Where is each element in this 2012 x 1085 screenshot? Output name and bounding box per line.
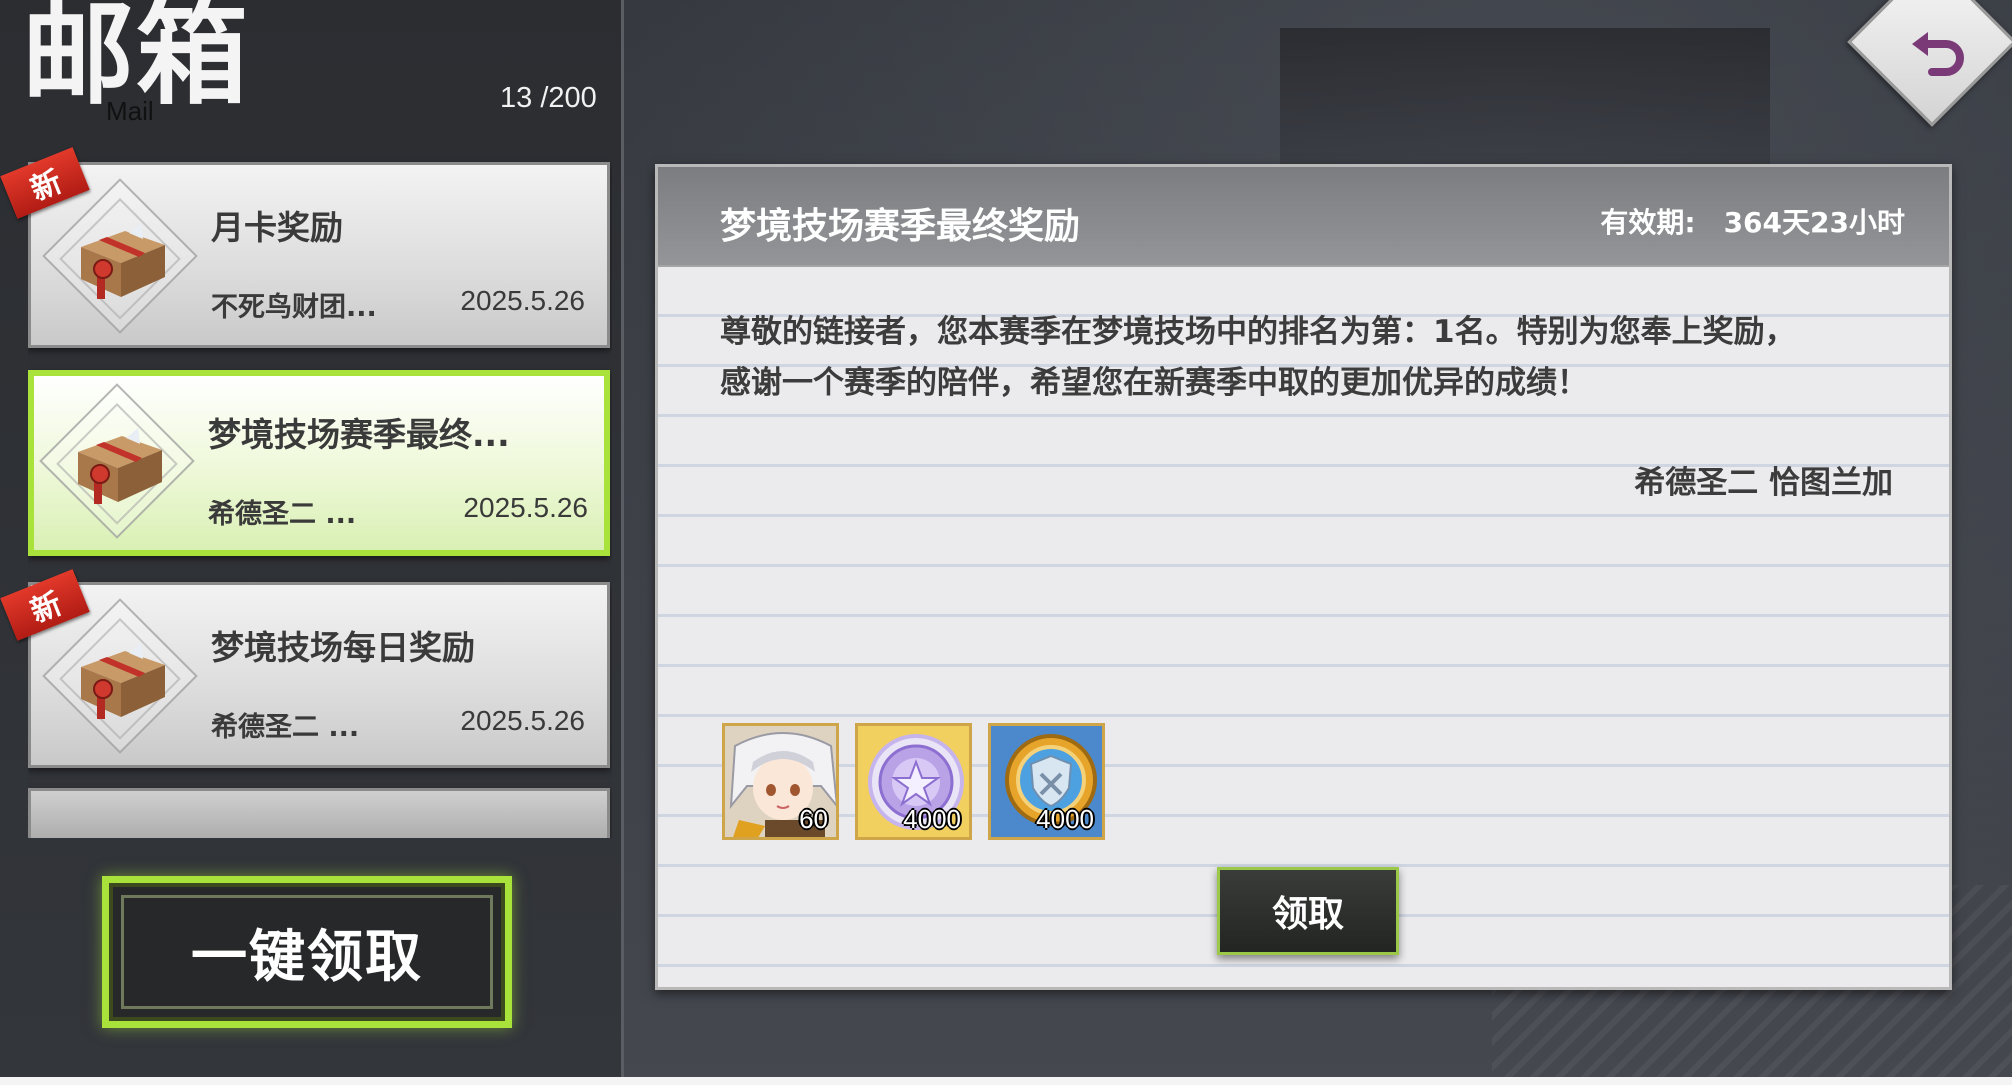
reward-quantity: 4000 bbox=[1036, 804, 1094, 834]
claim-all-button[interactable]: 一键领取 bbox=[102, 876, 512, 1028]
mail-title: 月卡奖励 bbox=[211, 208, 343, 247]
gift-box-icon bbox=[78, 428, 162, 504]
mail-title: 梦境技场赛季最终... bbox=[208, 415, 510, 454]
validity-value: 364天23小时 bbox=[1723, 206, 1905, 239]
mail-signature: 希德圣二 恰图兰加 bbox=[1634, 465, 1893, 501]
claim-all-label: 一键领取 bbox=[191, 924, 423, 990]
mail-body-line: 感谢一个赛季的陪伴，希望您在新赛季中取的更加优异的成绩！ bbox=[720, 365, 1588, 401]
validity-label: 有效期: bbox=[1600, 206, 1696, 239]
mail-body-line: 尊敬的链接者，您本赛季在梦境技场中的排名为第：1名。特别为您奉上奖励， bbox=[720, 314, 1796, 350]
mail-list-panel: 邮箱 Mail 13 /200 月卡奖励 不死鸟财团... 2025.5.26 bbox=[0, 0, 624, 1077]
background-banner bbox=[1280, 28, 1770, 168]
mail-sender: 希德圣二 ... bbox=[208, 499, 357, 530]
mail-list[interactable]: 月卡奖励 不死鸟财团... 2025.5.26 梦境技场赛季最终... 希德圣二… bbox=[28, 158, 612, 838]
mail-date: 2025.5.26 bbox=[460, 705, 585, 736]
reward-quantity: 4000 bbox=[903, 804, 961, 834]
mail-item-partial[interactable] bbox=[28, 788, 610, 838]
reward-item[interactable]: 4000 bbox=[988, 723, 1105, 840]
mail-detail-panel: 梦境技场赛季最终奖励 有效期: 364天23小时 尊敬的链接者，您本赛季在梦境技场… bbox=[655, 164, 1952, 990]
detail-header: 梦境技场赛季最终奖励 有效期: 364天23小时 bbox=[658, 167, 1949, 267]
mail-date: 2025.5.26 bbox=[460, 285, 585, 316]
reward-quantity: 60 bbox=[799, 804, 828, 834]
detail-title: 梦境技场赛季最终奖励 bbox=[720, 206, 1081, 247]
mail-item-arena-daily[interactable]: 梦境技场每日奖励 希德圣二 ... 2025.5.26 bbox=[28, 582, 610, 768]
return-arrow-icon bbox=[1912, 32, 1964, 76]
page-subtitle: Mail bbox=[106, 96, 154, 126]
reward-list: 60 4000 4000 bbox=[722, 723, 1105, 840]
gift-box-icon bbox=[81, 643, 165, 719]
bottom-divider bbox=[0, 1077, 2012, 1085]
reward-item[interactable]: 60 bbox=[722, 723, 839, 840]
claim-button[interactable]: 领取 bbox=[1217, 867, 1399, 955]
mail-date: 2025.5.26 bbox=[463, 492, 588, 523]
gift-box-icon bbox=[81, 223, 165, 299]
mail-body: 尊敬的链接者，您本赛季在梦境技场中的排名为第：1名。特别为您奉上奖励， 感谢一个… bbox=[720, 307, 1900, 409]
validity: 有效期: 364天23小时 bbox=[1600, 201, 1905, 241]
mail-item-arena-season-final[interactable]: 梦境技场赛季最终... 希德圣二 ... 2025.5.26 bbox=[28, 370, 610, 556]
reward-item[interactable]: 4000 bbox=[855, 723, 972, 840]
mail-item-monthly-card[interactable]: 月卡奖励 不死鸟财团... 2025.5.26 bbox=[28, 162, 610, 348]
mail-title: 梦境技场每日奖励 bbox=[211, 628, 475, 667]
mail-sender: 不死鸟财团... bbox=[211, 292, 377, 323]
claim-label: 领取 bbox=[1271, 894, 1344, 935]
mail-sender: 希德圣二 ... bbox=[211, 712, 360, 743]
mail-count: 13 /200 bbox=[500, 82, 597, 114]
